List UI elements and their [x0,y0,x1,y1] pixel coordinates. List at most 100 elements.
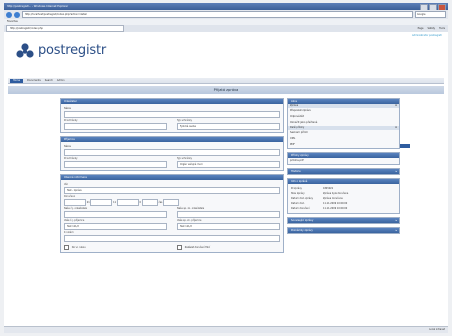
sender-type-field[interactable]: Fyzická osoba [177,123,280,130]
recipient-panel: Příjemce Název ID schránky Typ schránky … [60,136,284,171]
menu-item-admin[interactable]: Admin [57,79,65,82]
status-bar: Local intranet [4,326,448,333]
window-title: http://postregistr... - Windows Internet… [7,5,69,8]
sender-id-label: ID schránky [64,119,78,122]
recipient-id-label: ID schránky [64,157,78,160]
back-icon[interactable] [6,11,12,18]
menu-item-home[interactable]: Home [10,78,24,83]
sender-ref-label: Naše č.j. odesílatele [64,207,88,210]
sender-name-field[interactable] [64,111,280,118]
subject-label: Věc [64,183,69,186]
delivered-month-field[interactable] [90,199,113,206]
attachment-pdf-link[interactable]: PDF [288,142,399,148]
menu-item-documents[interactable]: Documents [27,79,41,82]
status-text: Local intranet [429,328,445,331]
file-link[interactable]: priloha.pdf [288,158,399,164]
delivered-year-field[interactable] [116,199,139,206]
delivered-label: Doručeno [64,195,76,198]
recipient-name-label: Název [64,145,72,148]
info-value: 11.11.2009 10:00:00 [323,207,348,210]
fiction-delivery-label: Zakázat doručení fikcí [184,246,211,249]
notes-panel: Poznámky zprávy ▸ [287,227,400,234]
files-panel: Přílohy zprávy priloha.pdf [287,152,400,165]
screen: http://postregistr... - Windows Internet… [0,0,452,336]
recipient-type-field[interactable]: Orgán veřejné moci [177,161,280,168]
files-panel-title: Přílohy zprávy [288,153,399,158]
tools-menu[interactable]: Tools [439,27,445,30]
info-key: Datum doručení [291,207,310,210]
actions-subheader[interactable]: Zpráva ⊟ [288,104,399,108]
related-panel-title[interactable]: Související zprávy ▸ [288,218,399,223]
window-titlebar: http://postregistr... - Windows Internet… [4,3,448,10]
menu-item-search[interactable]: Search [45,79,53,82]
delivered-month-value: 11 [113,201,117,204]
actions-subtitle: Zpráva [290,104,299,107]
history-panel-title[interactable]: Historie ▸ [288,169,399,174]
history-panel: Historie ▸ [287,168,400,175]
expand-icon[interactable]: ▸ [396,169,397,174]
expand-icon[interactable]: ▸ [396,218,397,223]
related-title: Související zprávy [291,219,314,222]
main-menu: Home Documents Search Admin Logout [8,78,444,148]
fiction-delivery-checkbox[interactable] [177,245,182,250]
form-column: Odesílatel Název ID schránky Typ schránk… [60,98,284,256]
recipient-ref-label: Vaše č.j. příjemce [64,219,85,222]
delivered-day-value: 21 [86,201,90,204]
recipient-type-label: Typ schránky [177,157,192,160]
sender-type-label: Typ schránky [177,119,192,122]
recipient-id-field[interactable] [64,161,167,168]
address-input[interactable]: http://localhost/postregistr/index.php?a… [22,11,413,18]
search-input[interactable]: Google [415,11,446,18]
delivered-hour-field[interactable] [141,199,158,206]
sender-name-label: Název [64,107,72,110]
notes-title: Poznámky zprávy [291,229,313,232]
related-panel: Související zprávy ▸ [287,217,400,224]
sender-ref-field[interactable] [64,211,167,218]
logo-text: postregistr [38,42,107,58]
address-bar: http://localhost/postregistr/index.php?a… [4,10,448,19]
notes-panel-title[interactable]: Poznámky zprávy ▸ [288,228,399,233]
to-hands-label: K rukám [64,231,74,234]
collapse-icon[interactable]: ⊟ [395,126,397,130]
delivered-day-field[interactable] [64,199,86,206]
forward-icon[interactable] [14,11,20,18]
logo-icon [16,43,34,58]
web-page: Administrator postregistr postregistr Ho… [4,32,448,327]
expand-icon[interactable]: ▸ [396,228,397,233]
recipient-name-field[interactable] [64,149,280,156]
to-hands-field[interactable] [64,235,280,242]
info-panel-title: Info o zprávě [288,179,399,184]
recipient-panel-title: Příjemce [61,137,283,142]
user-line[interactable]: Administrator postregistr [412,34,442,37]
subject-field[interactable]: Test - zpráva [64,187,280,194]
collapse-icon[interactable]: ⊟ [395,104,397,108]
safety-menu[interactable]: Safety [427,27,435,30]
info-row: Datum doručení 11.11.2009 10:00:00 [291,206,396,211]
actions-panel: Akce Zpráva ⊟ Přeposlat zprávu Odpovědět… [287,98,400,149]
recipient-sig-label: Vaše sp. zn. příjemce [177,219,202,222]
tab-bar: http://postregistr/index.php Page Safety… [4,25,448,32]
personal-delivery-label: Do vl. rukou [71,246,86,249]
time-label: čas [158,201,163,204]
sender-panel-title: Odesílatel [61,99,283,104]
details-panel: Obecné informace Věc Test - zpráva Doruč… [60,174,284,253]
page-menu[interactable]: Page [418,27,424,30]
recipient-ref-field[interactable]: Test 111/2 [64,223,167,230]
recipient-sig-field[interactable]: Test 111/2 [177,223,280,230]
attachments-subheader[interactable]: Další přílohy ⊟ [288,126,399,130]
personal-delivery-checkbox[interactable] [64,245,69,250]
sender-sig-field[interactable] [177,211,280,218]
browser-tab[interactable]: http://postregistr/index.php [6,25,124,32]
info-panel: Info o zprávě ID zprávy 1845921 Stav zpr… [287,178,400,214]
favorites-button[interactable]: Favorites [7,20,18,23]
details-panel-title: Obecné informace [61,175,283,180]
history-title: Historie [291,170,301,173]
sender-id-field[interactable] [64,123,167,130]
page-title: Přijatá zpráva [8,86,444,94]
sender-sig-label: Naše sp. zn. odesílatele [177,207,205,210]
attachments-subtitle: Další přílohy [290,126,305,129]
delivered-minute-field[interactable] [163,199,180,206]
command-bar: Page Safety Tools [418,27,448,30]
logo[interactable]: postregistr [16,42,106,58]
sender-panel: Odesílatel Název ID schránky Typ schránk… [60,98,284,133]
